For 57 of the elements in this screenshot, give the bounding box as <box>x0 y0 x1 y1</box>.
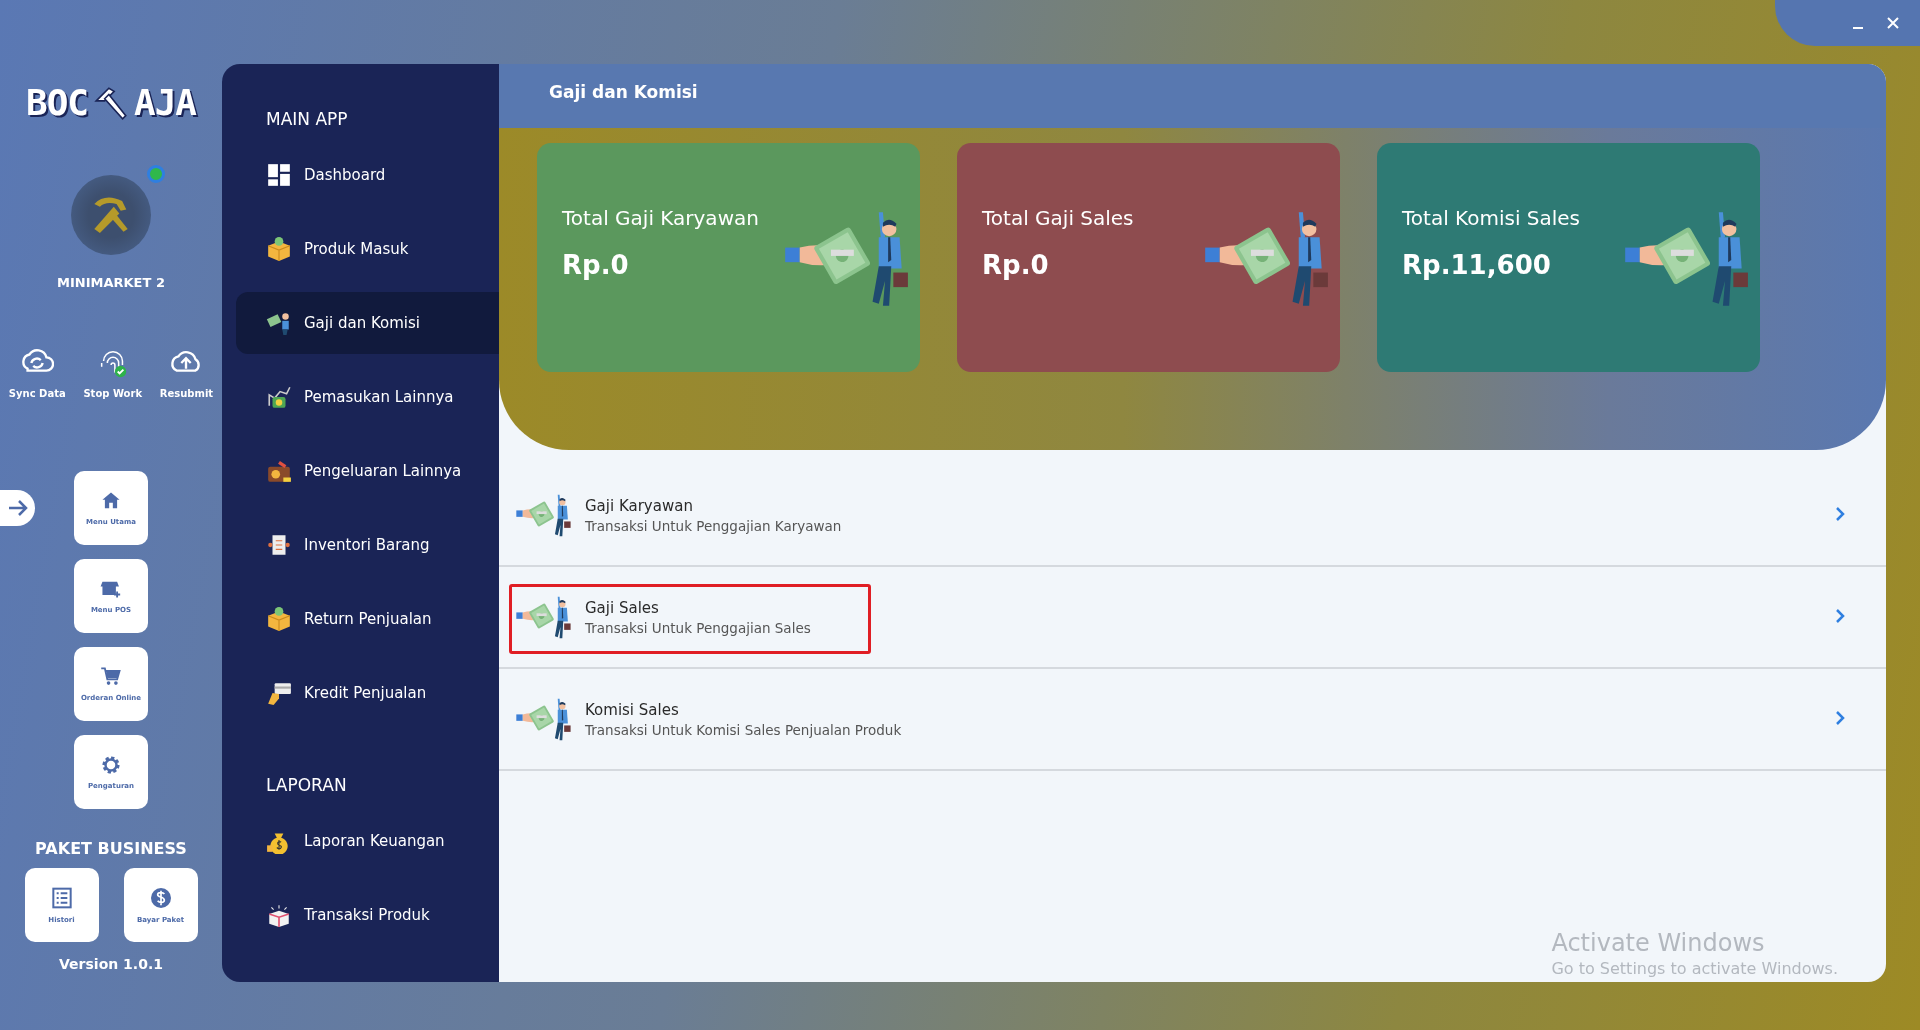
dashboard-icon <box>266 162 292 188</box>
list-row[interactable]: Gaji Sales Transaksi Untuk Penggajian Sales <box>499 567 1886 669</box>
plan-title: PAKET BUSINESS <box>35 839 187 858</box>
sidebar-item[interactable]: Kredit Penjualan <box>236 662 499 724</box>
sidebar-item[interactable]: Laporan Keuangan <box>236 810 499 872</box>
sidebar-item[interactable]: Dashboard <box>236 144 499 206</box>
credit-card-icon <box>266 680 292 706</box>
watermark-text: Go to Settings to activate Windows. <box>1551 959 1838 978</box>
logo-text: AJA <box>134 82 197 123</box>
box-icon <box>266 236 292 262</box>
close-icon[interactable] <box>1886 16 1900 30</box>
expand-button[interactable] <box>0 490 35 526</box>
sidebar-item[interactable]: Inventori Barang <box>236 514 499 576</box>
card-value: Rp.0 <box>982 249 1050 280</box>
section-title: LAPORAN <box>265 774 348 797</box>
sidebar-item[interactable]: Return Penjualan <box>236 588 499 650</box>
row-title: Komisi Sales <box>585 700 680 719</box>
gift-icon <box>266 902 292 928</box>
card-title: Total Gaji Sales <box>982 205 1134 230</box>
card-title: Total Komisi Sales <box>1402 205 1581 230</box>
money-handover-drawing <box>515 696 571 742</box>
money-icon <box>266 310 292 336</box>
settings-icon <box>100 754 122 776</box>
card-value: Rp.0 <box>562 249 630 280</box>
quick-action-button[interactable]: Resubmit <box>159 346 214 399</box>
quick-action-button[interactable]: Sync Data <box>8 346 66 399</box>
version-label: Version 1.0.1 <box>59 956 163 972</box>
section-title: MAIN APP <box>265 108 349 131</box>
list-row[interactable]: Komisi Sales Transaksi Untuk Komisi Sales Penjualan Produk <box>499 669 1886 771</box>
sidebar-item[interactable]: Gaji dan Komisi <box>236 292 499 354</box>
list-row[interactable]: Gaji Karyawan Transaksi Untuk Penggajian Karyawan <box>499 465 1886 567</box>
page-title: Gaji dan Komisi <box>499 64 1886 128</box>
store-name: MINIMARKET 2 <box>57 275 165 290</box>
box-icon <box>266 606 292 632</box>
row-subtitle: Transaksi Untuk Penggajian Sales <box>585 619 812 636</box>
dollar-icon <box>148 886 173 910</box>
money-handover-drawing <box>515 594 571 640</box>
sidebar-item[interactable]: Transaksi Produk <box>236 884 499 946</box>
quick-action-button[interactable]: Stop Work <box>83 346 143 399</box>
row-subtitle: Transaksi Untuk Penggajian Karyawan <box>585 517 843 534</box>
sidebar-item[interactable]: Pemasukan Lainnya <box>236 366 499 428</box>
row-title: Gaji Karyawan <box>585 496 694 515</box>
sidebar-item[interactable]: Produk Masuk <box>236 218 499 280</box>
wallet-icon <box>266 458 292 484</box>
logo-text: BOC <box>25 82 88 123</box>
arrow-right-icon <box>6 498 29 518</box>
sidebar-item[interactable]: Pengeluaran Lainnya <box>236 440 499 502</box>
card-title: Total Gaji Karyawan <box>562 205 759 230</box>
watermark-title: Activate Windows <box>1551 929 1766 957</box>
clipboard-icon <box>266 532 292 558</box>
card-value: Rp.11,600 <box>1402 249 1552 280</box>
cart-icon <box>100 666 122 688</box>
chart-icon <box>266 384 292 410</box>
row-subtitle: Transaksi Untuk Komisi Sales Penjualan Produk <box>585 721 903 738</box>
list-icon <box>49 886 74 910</box>
row-title: Gaji Sales <box>585 598 660 617</box>
money-handover-drawing <box>515 492 571 538</box>
